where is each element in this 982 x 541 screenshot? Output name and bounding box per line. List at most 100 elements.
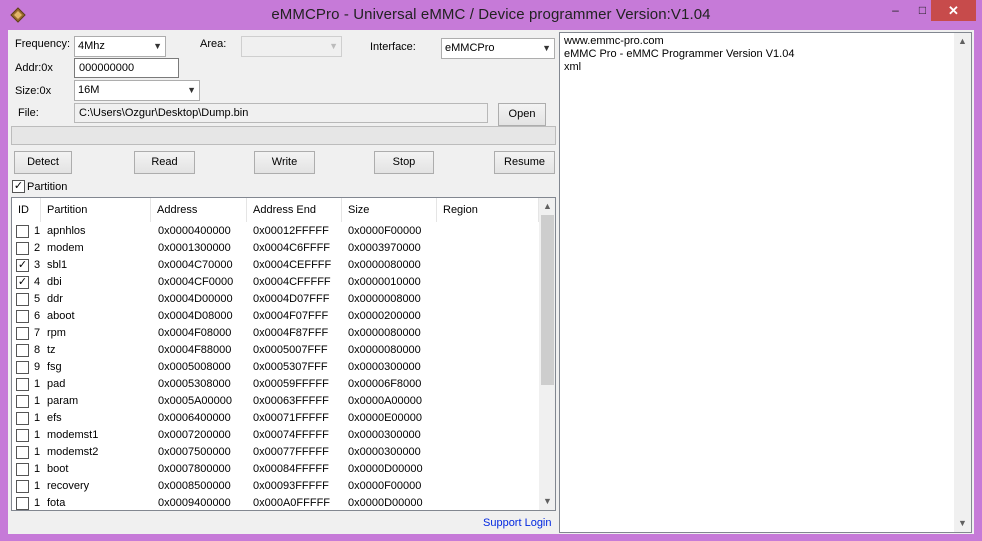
table-row[interactable]: 1 efs 0x0006400000 0x00071FFFFF 0x0000E00000 bbox=[12, 410, 539, 427]
row-checkbox[interactable] bbox=[16, 378, 29, 391]
row-checkbox[interactable]: ✓ bbox=[16, 259, 29, 272]
cell-name: recovery bbox=[47, 480, 90, 492]
cell-size: 0x0000D00000 bbox=[348, 463, 423, 475]
addr-input[interactable]: 000000000 bbox=[74, 58, 179, 78]
row-checkbox[interactable] bbox=[16, 480, 29, 493]
table-row[interactable]: 1 modemst1 0x0007200000 0x00074FFFFF 0x00003… bbox=[12, 427, 539, 444]
column-header-address-end[interactable]: Address End bbox=[247, 198, 342, 222]
scroll-up-icon[interactable]: ▲ bbox=[954, 33, 971, 50]
row-checkbox[interactable] bbox=[16, 344, 29, 357]
row-checkbox[interactable] bbox=[16, 310, 29, 323]
cell-size: 0x0000300000 bbox=[348, 361, 421, 373]
cell-size: 0x0000300000 bbox=[348, 429, 421, 441]
scroll-thumb[interactable] bbox=[541, 215, 554, 385]
area-label: Area: bbox=[200, 38, 227, 50]
cell-size: 0x0000200000 bbox=[348, 310, 421, 322]
table-row[interactable]: 9 fsg 0x0005008000 0x0005307FFF 0x0000300000 bbox=[12, 359, 539, 376]
row-checkbox[interactable] bbox=[16, 429, 29, 442]
cell-end: 0x0004C6FFFF bbox=[253, 242, 331, 254]
cell-id: 2 bbox=[34, 242, 41, 254]
table-row[interactable]: 1 pad 0x0005308000 0x00059FFFFF 0x00006F8000 bbox=[12, 376, 539, 393]
scroll-down-icon[interactable]: ▼ bbox=[539, 493, 555, 510]
table-row[interactable]: 8 tz 0x0004F88000 0x0005007FFF 0x0000080000 bbox=[12, 342, 539, 359]
row-checkbox[interactable] bbox=[16, 361, 29, 374]
column-header-id[interactable]: ID bbox=[12, 198, 41, 222]
scroll-up-icon[interactable]: ▲ bbox=[539, 198, 555, 215]
row-checkbox[interactable] bbox=[16, 225, 29, 238]
table-row[interactable]: ✓ 3 sbl1 0x0004C70000 0x0004CEFFFF 0x00000800… bbox=[12, 257, 539, 274]
cell-size: 0x0003970000 bbox=[348, 242, 421, 254]
cell-name: modemst1 bbox=[47, 429, 99, 441]
row-checkbox[interactable] bbox=[16, 497, 29, 510]
table-row[interactable]: 6 aboot 0x0004D08000 0x0004F07FFF 0x00002000… bbox=[12, 308, 539, 325]
resume-button[interactable]: Resume bbox=[494, 151, 555, 174]
cell-id: 9 bbox=[34, 361, 41, 373]
frequency-select[interactable]: 4Mhz ▼ bbox=[74, 36, 166, 57]
cell-id: 1 bbox=[34, 225, 41, 237]
minimize-icon[interactable]: – bbox=[882, 0, 909, 21]
size-select[interactable]: 16M ▼ bbox=[74, 80, 200, 101]
cell-name: pad bbox=[47, 378, 66, 390]
column-header-partition[interactable]: Partition bbox=[41, 198, 151, 222]
file-label: File: bbox=[18, 107, 39, 119]
table-row[interactable]: 1 apnhlos 0x0000400000 0x00012FFFFF 0x0000F0… bbox=[12, 223, 539, 240]
interface-label: Interface: bbox=[370, 41, 416, 53]
cell-end: 0x0004D07FFF bbox=[253, 293, 330, 305]
table-scrollbar[interactable]: ▲ ▼ bbox=[539, 198, 555, 510]
title-bar[interactable]: eMMCPro - Universal eMMC / Device progra… bbox=[0, 0, 982, 30]
cell-end: 0x00093FFFFF bbox=[253, 480, 329, 492]
detect-button[interactable]: Detect bbox=[14, 151, 72, 174]
file-path-input[interactable]: C:\Users\Ozgur\Desktop\Dump.bin bbox=[74, 103, 488, 123]
row-checkbox[interactable] bbox=[16, 412, 29, 425]
cell-size: 0x0000E00000 bbox=[348, 412, 423, 424]
write-button[interactable]: Write bbox=[254, 151, 315, 174]
table-row[interactable]: 7 rpm 0x0004F08000 0x0004F87FFF 0x0000080000 bbox=[12, 325, 539, 342]
log-panel[interactable]: www.emmc-pro.com eMMC Pro - eMMC Programm… bbox=[559, 32, 972, 533]
log-scrollbar[interactable]: ▲ ▼ bbox=[954, 33, 971, 532]
stop-button[interactable]: Stop bbox=[374, 151, 434, 174]
cell-id: 3 bbox=[34, 259, 41, 271]
log-text: www.emmc-pro.com eMMC Pro - eMMC Programm… bbox=[564, 35, 794, 74]
cell-address: 0x0000400000 bbox=[158, 225, 231, 237]
cell-id: 8 bbox=[34, 344, 41, 356]
row-checkbox[interactable] bbox=[16, 242, 29, 255]
cell-address: 0x0004C70000 bbox=[158, 259, 233, 271]
table-row[interactable]: 2 modem 0x0001300000 0x0004C6FFFF 0x00039700… bbox=[12, 240, 539, 257]
cell-address: 0x0007200000 bbox=[158, 429, 231, 441]
table-row[interactable]: 1 param 0x0005A00000 0x00063FFFFF 0x0000A000… bbox=[12, 393, 539, 410]
cell-end: 0x00084FFFFF bbox=[253, 463, 329, 475]
close-icon[interactable]: ✕ bbox=[931, 0, 976, 21]
partition-table[interactable]: ID Partition Address Address End Size Re… bbox=[11, 197, 556, 511]
column-header-address[interactable]: Address bbox=[151, 198, 247, 222]
cell-end: 0x000A0FFFFF bbox=[253, 497, 331, 509]
scroll-down-icon[interactable]: ▼ bbox=[954, 515, 971, 532]
open-button[interactable]: Open bbox=[498, 103, 546, 126]
size-label: Size:0x bbox=[15, 85, 52, 97]
partition-checkbox[interactable]: ✓ bbox=[12, 180, 25, 193]
cell-address: 0x0004CF0000 bbox=[158, 276, 234, 288]
table-row[interactable]: 1 boot 0x0007800000 0x00084FFFFF 0x0000D0000… bbox=[12, 461, 539, 478]
table-row[interactable]: ✓ 4 dbi 0x0004CF0000 0x0004CFFFFF 0x000001000… bbox=[12, 274, 539, 291]
area-select[interactable]: ▼ bbox=[241, 36, 342, 57]
cell-address: 0x0004F08000 bbox=[158, 327, 232, 339]
row-checkbox[interactable] bbox=[16, 293, 29, 306]
table-row[interactable]: 1 modemst2 0x0007500000 0x00077FFFFF 0x00003… bbox=[12, 444, 539, 461]
cell-name: tz bbox=[47, 344, 56, 356]
table-row[interactable]: 5 ddr 0x0004D00000 0x0004D07FFF 0x0000008000 bbox=[12, 291, 539, 308]
row-checkbox[interactable] bbox=[16, 327, 29, 340]
support-login-link[interactable]: Support Login bbox=[483, 517, 552, 529]
table-row[interactable]: 1 fota 0x0009400000 0x000A0FFFFF 0x0000D0000… bbox=[12, 495, 539, 510]
row-checkbox[interactable] bbox=[16, 463, 29, 476]
cell-size: 0x0000080000 bbox=[348, 327, 421, 339]
column-header-size[interactable]: Size bbox=[342, 198, 437, 222]
table-row[interactable]: 1 recovery 0x0008500000 0x00093FFFFF 0x0000F… bbox=[12, 478, 539, 495]
cell-address: 0x0005308000 bbox=[158, 378, 231, 390]
row-checkbox[interactable] bbox=[16, 446, 29, 459]
column-header-region[interactable]: Region bbox=[437, 198, 539, 222]
row-checkbox[interactable]: ✓ bbox=[16, 276, 29, 289]
interface-select[interactable]: eMMCPro ▼ bbox=[441, 38, 555, 59]
cell-name: apnhlos bbox=[47, 225, 86, 237]
cell-name: sbl1 bbox=[47, 259, 68, 271]
read-button[interactable]: Read bbox=[134, 151, 195, 174]
row-checkbox[interactable] bbox=[16, 395, 29, 408]
